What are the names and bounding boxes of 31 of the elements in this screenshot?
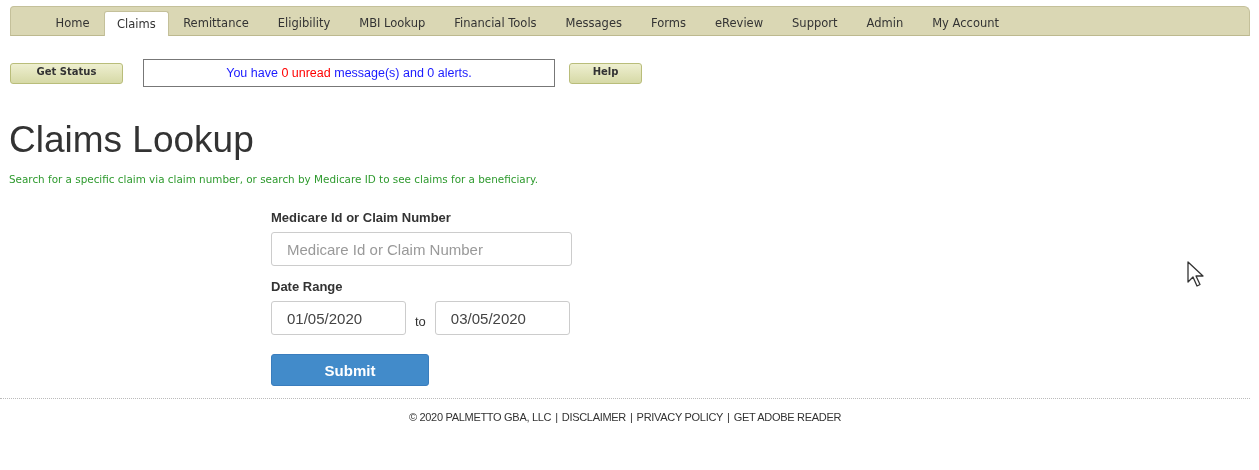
nav-tab[interactable]: Home	[41, 11, 104, 36]
submit-button[interactable]: Submit	[271, 354, 429, 386]
nav-tab[interactable]: Forms	[636, 11, 701, 36]
nav-tab[interactable]: Support	[777, 11, 853, 36]
message-notice: You have 0 unread message(s) and 0 alerts.	[143, 59, 555, 87]
claim-search-field[interactable]: Medicare Id or Claim Number	[271, 232, 572, 266]
get-status-button[interactable]: Get Status	[10, 62, 123, 84]
footer-separator: |	[555, 411, 558, 423]
nav-tab[interactable]: MBI Lookup	[344, 11, 440, 36]
nav-tab[interactable]: Financial Tools	[439, 11, 552, 36]
field-label: Medicare Id or Claim Number	[271, 210, 451, 225]
footer-separator: |	[727, 411, 730, 423]
nav-tab[interactable]: Eligibility	[263, 11, 345, 36]
footer-link[interactable]: GET ADOBE READER	[733, 411, 842, 423]
field-label: Date Range	[271, 279, 343, 294]
page-title: Claims Lookup	[9, 118, 255, 162]
nav-tab[interactable]: Messages	[551, 11, 637, 36]
footer-link[interactable]: PRIVACY POLICY	[636, 411, 724, 423]
date-separator: to	[415, 313, 426, 329]
nav-tab[interactable]: My Account	[917, 11, 1014, 36]
nav-tab[interactable]: Remittance	[168, 11, 264, 36]
copyright-text: © 2020 PALMETTO GBA, LLC	[408, 411, 552, 423]
start-date-field[interactable]: 01/05/2020	[271, 301, 406, 335]
footer-link[interactable]: DISCLAIMER	[561, 411, 627, 423]
footer-separator: |	[630, 411, 633, 423]
description-text: Search for a specific claim via claim number, or search by Medicare ID to see claims for a beneficiary.	[9, 173, 539, 185]
nav-tab[interactable]: Claims	[103, 11, 169, 36]
end-date-field[interactable]: 03/05/2020	[434, 301, 570, 335]
help-button[interactable]: Help	[569, 62, 642, 84]
nav-tab[interactable]: Admin	[852, 11, 918, 36]
nav-tab[interactable]: eReview	[700, 11, 778, 36]
